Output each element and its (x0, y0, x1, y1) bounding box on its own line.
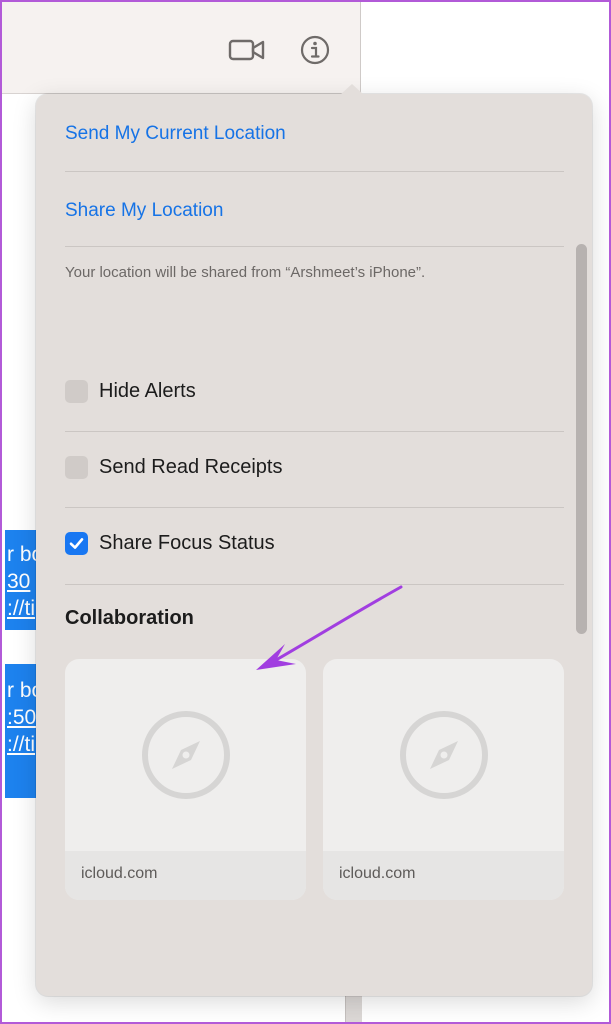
message-text: r bo (7, 679, 38, 702)
collaboration-heading: Collaboration (65, 607, 194, 629)
message-text: 30 (7, 570, 31, 593)
popover-arrow (340, 84, 364, 95)
hide-alerts-option[interactable]: Hide Alerts (65, 380, 196, 403)
card-domain-label: icloud.com (81, 865, 158, 882)
card-thumbnail (323, 659, 564, 851)
card-domain-label: icloud.com (339, 865, 416, 882)
share-focus-status-checkbox[interactable] (65, 532, 88, 555)
background-scrollbar (345, 994, 362, 1024)
divider (65, 171, 564, 172)
send-current-location-link[interactable]: Send My Current Location (65, 123, 286, 145)
card-footer: icloud.com (323, 851, 564, 900)
collaboration-card[interactable]: icloud.com (323, 659, 564, 900)
video-call-button[interactable] (228, 36, 266, 64)
messages-window-toolbar (2, 2, 361, 94)
divider (65, 246, 564, 247)
divider (65, 507, 564, 508)
share-focus-status-label: Share Focus Status (99, 532, 275, 554)
divider (65, 431, 564, 432)
compass-icon (141, 711, 230, 799)
compass-icon (399, 711, 488, 799)
send-read-receipts-checkbox[interactable] (65, 456, 88, 479)
card-footer: icloud.com (65, 851, 306, 900)
checkmark-icon (69, 538, 84, 549)
location-note: Your location will be shared from “Arshm… (65, 264, 426, 281)
hide-alerts-label: Hide Alerts (99, 380, 196, 402)
message-text: r bo (7, 543, 38, 566)
send-read-receipts-label: Send Read Receipts (99, 456, 283, 478)
share-focus-status-option[interactable]: Share Focus Status (65, 532, 275, 555)
message-link[interactable]: ://ti (7, 595, 38, 622)
video-camera-icon (228, 39, 265, 61)
info-circle-icon (300, 35, 330, 65)
popover-scrollbar-thumb[interactable] (576, 244, 587, 634)
collaboration-card[interactable]: icloud.com (65, 659, 306, 900)
share-my-location-link[interactable]: Share My Location (65, 200, 223, 222)
message-bubble[interactable]: r bo 30 ://ti (5, 530, 38, 630)
divider (65, 584, 564, 585)
message-text: :50 (7, 706, 37, 729)
hide-alerts-checkbox[interactable] (65, 380, 88, 403)
card-thumbnail (65, 659, 306, 851)
conversation-details-popover: Send My Current Location Share My Locati… (36, 84, 592, 996)
send-read-receipts-option[interactable]: Send Read Receipts (65, 456, 282, 479)
info-button[interactable] (298, 33, 332, 67)
message-link[interactable]: ://ti (7, 731, 38, 758)
message-bubble[interactable]: r bo :50 ://ti (5, 664, 38, 798)
